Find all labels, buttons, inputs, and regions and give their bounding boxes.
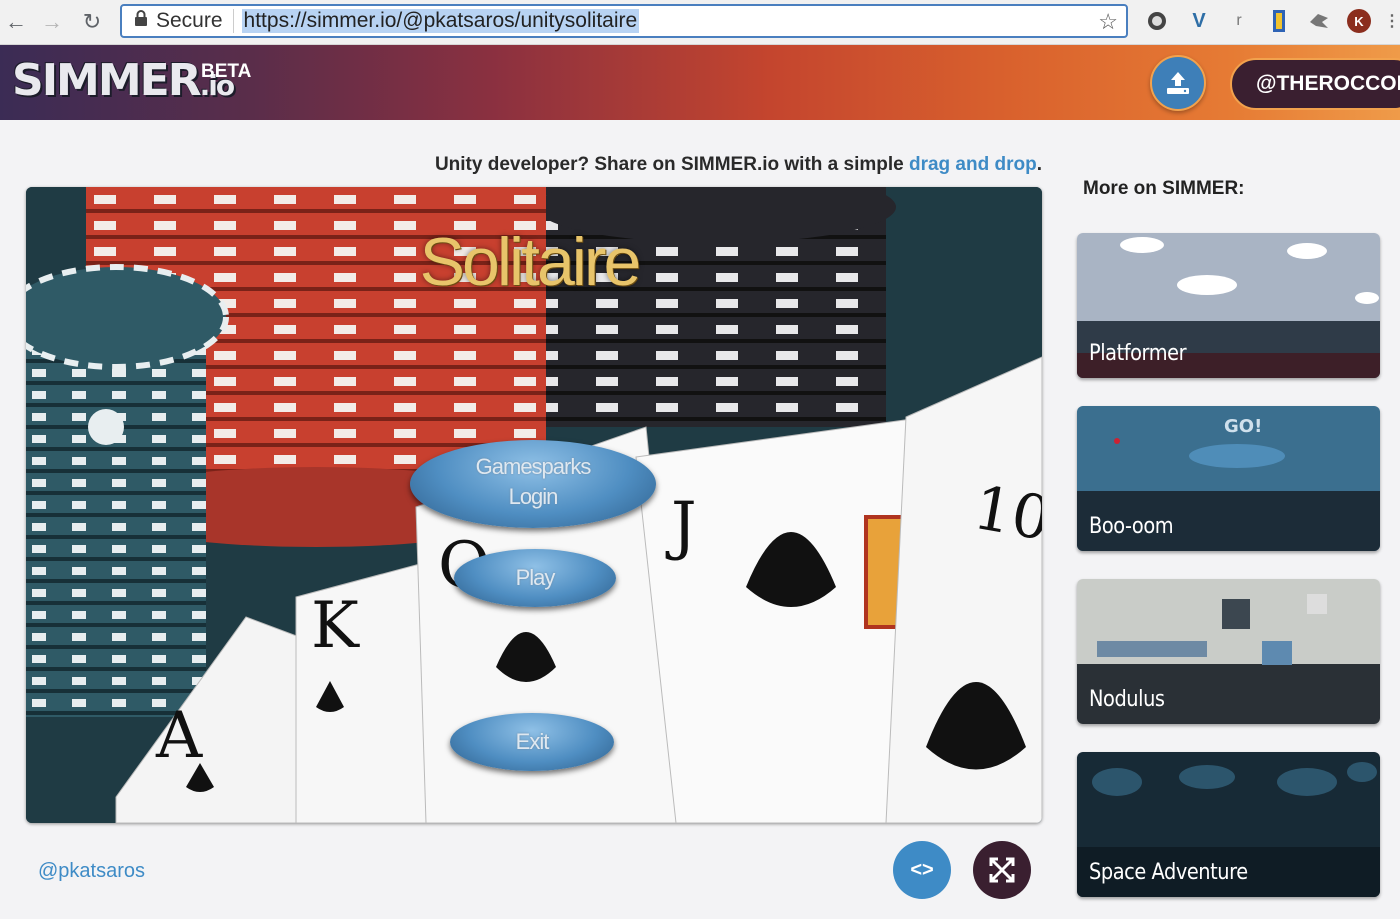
play-button[interactable]: Play xyxy=(454,549,616,607)
fullscreen-icon xyxy=(989,857,1015,883)
shield-ext-icon[interactable] xyxy=(1145,9,1169,33)
address-bar[interactable]: Secure https://simmer.io/@pkatsaros/unit… xyxy=(120,4,1128,38)
user-menu-button[interactable]: @THEROCCOB xyxy=(1230,58,1400,110)
menu-icon[interactable]: ⋮ xyxy=(1380,9,1400,33)
share-suffix: . xyxy=(1036,154,1042,175)
bird-ext-icon[interactable] xyxy=(1307,9,1331,33)
lock-icon xyxy=(134,10,148,32)
fullscreen-button[interactable] xyxy=(973,841,1031,899)
game-title: Solitaire xyxy=(419,224,642,300)
r-ext-icon[interactable]: r xyxy=(1227,9,1251,33)
browser-toolbar: ← → ↻ Secure https://simmer.io/@pkatsaro… xyxy=(0,0,1400,45)
share-prefix: Unity developer? Share on xyxy=(434,154,681,175)
beta-badge: BETA xyxy=(201,61,252,82)
share-middle: with a simple xyxy=(779,154,909,175)
embed-code-button[interactable]: <> xyxy=(893,841,951,899)
exit-button[interactable]: Exit xyxy=(450,713,614,771)
bookmark-star-icon[interactable]: ☆ xyxy=(1098,9,1118,35)
url-text[interactable]: https://simmer.io/@pkatsaros/unitysolita… xyxy=(241,9,640,33)
simmer-logo[interactable]: SIMMER.io xyxy=(12,55,235,110)
secure-label: Secure xyxy=(156,9,234,33)
card-ten-label: 10 xyxy=(968,473,1042,555)
share-prompt: Unity developer? Share on SIMMER.io with… xyxy=(26,154,1042,176)
card-title: Boo-oom xyxy=(1089,514,1174,539)
site-header: SIMMER.io BETA @THEROCCOB xyxy=(0,45,1400,120)
forward-icon[interactable]: → xyxy=(38,8,66,36)
share-brand: SIMMER.io xyxy=(680,154,780,175)
ruler-ext-icon[interactable] xyxy=(1267,9,1291,33)
game-card-boo-oom[interactable]: GO! Boo-oom xyxy=(1077,406,1380,551)
card-title: Platformer xyxy=(1089,341,1187,366)
game-card-nodulus[interactable]: Nodulus xyxy=(1077,579,1380,724)
upload-button[interactable] xyxy=(1150,55,1206,111)
drag-and-drop-link[interactable]: drag and drop xyxy=(909,154,1037,175)
card-title: Space Adventure xyxy=(1089,860,1248,885)
back-icon[interactable]: ← xyxy=(2,8,30,36)
card-king-label: K xyxy=(311,589,360,663)
author-link[interactable]: @pkatsaros xyxy=(38,860,145,883)
game-card-space-adventure[interactable]: Space Adventure xyxy=(1077,752,1380,897)
more-on-simmer-title: More on SIMMER: xyxy=(1083,178,1245,199)
logo-main: SIMMER xyxy=(12,55,202,106)
upload-icon xyxy=(1167,72,1189,94)
gamesparks-login-button[interactable]: Gamesparks Login xyxy=(410,440,656,528)
vue-ext-icon[interactable]: V xyxy=(1187,9,1211,33)
login-line1: Gamesparks xyxy=(475,454,592,479)
k-ext-icon[interactable]: K xyxy=(1347,9,1371,33)
login-line2: Login xyxy=(508,484,559,509)
card-ace-label: A xyxy=(155,699,203,773)
card-title: Nodulus xyxy=(1089,687,1165,712)
game-canvas[interactable]: A K Q J 10 Solitaire GamesparksLogin Pla… xyxy=(26,187,1042,823)
go-overlay: GO! xyxy=(1224,416,1263,437)
game-card-platformer[interactable]: Platformer xyxy=(1077,233,1380,378)
reload-icon[interactable]: ↻ xyxy=(78,8,106,36)
